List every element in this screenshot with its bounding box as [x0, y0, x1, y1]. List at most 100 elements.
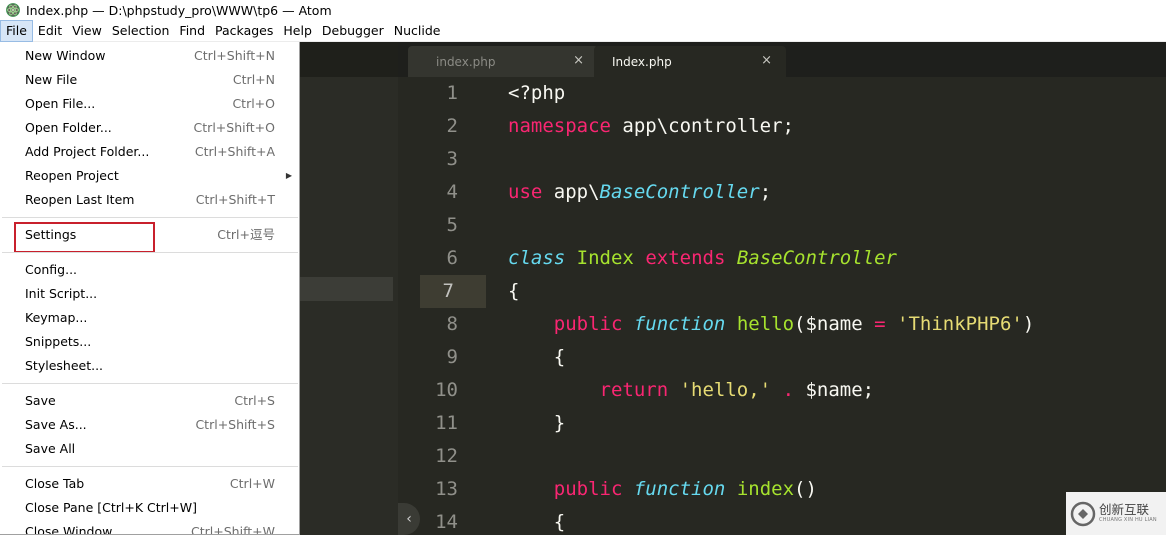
- code-line[interactable]: use app\BaseController;: [508, 176, 771, 209]
- file-menu-item-new-file[interactable]: New File Ctrl+N: [0, 68, 299, 92]
- tree-view-selected-row[interactable]: [300, 277, 393, 301]
- watermark: 创新互联 CHUANG XIN HU LIAN: [1066, 492, 1166, 535]
- line-number[interactable]: 3: [398, 143, 490, 176]
- code-token: function: [633, 313, 726, 335]
- line-number[interactable]: 13: [398, 473, 490, 506]
- code-token: }: [508, 412, 566, 434]
- menu-help[interactable]: Help: [278, 20, 317, 42]
- menu-nuclide[interactable]: Nuclide: [389, 20, 446, 42]
- file-menu-item-init-script[interactable]: Init Script...: [0, 282, 299, 306]
- code-token: 'hello,': [679, 379, 772, 401]
- menu-find[interactable]: Find: [174, 20, 210, 42]
- menu-item-label: Reopen Project: [25, 168, 119, 183]
- submenu-arrow-icon: ▶: [285, 171, 292, 180]
- code-token: Index: [576, 247, 634, 269]
- menu-item-shortcut: Ctrl+Shift+W: [191, 524, 275, 535]
- file-menu-item-open-folder[interactable]: Open Folder... Ctrl+Shift+O: [0, 116, 299, 140]
- file-menu-item-new-window[interactable]: New Window Ctrl+Shift+N: [0, 44, 299, 68]
- menu-item-shortcut: Ctrl+S: [234, 393, 275, 408]
- code-token: extends: [645, 247, 726, 269]
- menu-item-label: New File: [25, 72, 78, 87]
- line-number[interactable]: 14: [398, 506, 490, 535]
- file-menu-item-reopen-last-item[interactable]: Reopen Last Item Ctrl+Shift+T: [0, 188, 299, 212]
- file-menu-item-add-project-folder[interactable]: Add Project Folder... Ctrl+Shift+A: [0, 140, 299, 164]
- code-line[interactable]: {: [508, 341, 565, 374]
- file-menu-item-settings[interactable]: Settings Ctrl+逗号: [0, 223, 299, 247]
- file-menu-item-open-file[interactable]: Open File... Ctrl+O: [0, 92, 299, 116]
- menu-separator: [2, 383, 298, 384]
- menu-edit[interactable]: Edit: [33, 20, 67, 42]
- menu-item-label: Reopen Last Item: [25, 192, 135, 207]
- menu-item-label: Save As...: [25, 417, 87, 432]
- menu-view[interactable]: View: [67, 20, 107, 42]
- tab-index-lower[interactable]: index.php ×: [408, 46, 598, 77]
- file-menu-item-keymap[interactable]: Keymap...: [0, 306, 299, 330]
- line-number[interactable]: 1: [398, 77, 490, 110]
- line-number[interactable]: 7: [420, 275, 486, 308]
- file-menu-item-stylesheet[interactable]: Stylesheet...: [0, 354, 299, 378]
- code-token: return: [599, 379, 669, 401]
- code-token: app\controller;: [610, 115, 794, 137]
- file-menu-item-save-all[interactable]: Save All: [0, 437, 299, 461]
- tab-close-icon[interactable]: ×: [573, 53, 584, 68]
- code-line[interactable]: namespace app\controller;: [508, 110, 794, 143]
- file-menu-item-save[interactable]: Save Ctrl+S: [0, 389, 299, 413]
- tab-index-active[interactable]: Index.php ×: [594, 46, 786, 77]
- file-menu-item-config[interactable]: Config...: [0, 258, 299, 282]
- code-token: 'ThinkPHP6': [897, 313, 1023, 335]
- file-menu-item-close-tab[interactable]: Close Tab Ctrl+W: [0, 472, 299, 496]
- code-line[interactable]: return 'hello,' . $name;: [508, 374, 875, 407]
- code-line[interactable]: public function index(): [508, 473, 817, 506]
- line-number[interactable]: 5: [398, 209, 490, 242]
- code-token: class: [508, 247, 566, 269]
- code-line[interactable]: class Index extends BaseController: [508, 242, 897, 275]
- menu-separator: [2, 466, 298, 467]
- menu-item-label: Init Script...: [25, 286, 98, 301]
- menu-item-label: New Window: [25, 48, 106, 63]
- line-number[interactable]: 10: [398, 374, 490, 407]
- file-menu-item-save-as[interactable]: Save As... Ctrl+Shift+S: [0, 413, 299, 437]
- code-line[interactable]: public function hello($name = 'ThinkPHP6…: [508, 308, 1035, 341]
- file-menu-item-close-window[interactable]: Close Window Ctrl+Shift+W: [0, 520, 299, 535]
- menu-separator: [2, 252, 298, 253]
- menu-file[interactable]: File: [0, 19, 33, 42]
- code-line[interactable]: {: [508, 275, 519, 308]
- menu-item-shortcut: Ctrl+W: [229, 476, 275, 491]
- menu-item-label: Save: [25, 393, 56, 408]
- tab-close-icon[interactable]: ×: [761, 53, 772, 68]
- code-line[interactable]: {: [508, 506, 565, 535]
- code-token: ): [1022, 313, 1035, 335]
- menu-item-shortcut: Ctrl+N: [232, 72, 275, 87]
- line-number[interactable]: 4: [398, 176, 490, 209]
- line-number[interactable]: 2: [398, 110, 490, 143]
- code-editor[interactable]: ‹ 1 <?php 2 namespace app\controller; 3 4 use …: [398, 77, 1166, 535]
- file-menu-item-reopen-project[interactable]: Reopen Project ▶: [0, 164, 299, 188]
- file-menu-item-snippets[interactable]: Snippets...: [0, 330, 299, 354]
- line-number[interactable]: 12: [398, 440, 490, 473]
- window-titlebar: Index.php — D:\phpstudy_pro\WWW\tp6 — At…: [0, 0, 1166, 20]
- menu-item-label: Config...: [25, 262, 78, 277]
- line-number[interactable]: 8: [398, 308, 490, 341]
- menu-item-label: Stylesheet...: [25, 358, 104, 373]
- line-number[interactable]: 9: [398, 341, 490, 374]
- code-token: .: [782, 379, 795, 401]
- file-menu-item-close-pane-ctrl-k-ctrl-w[interactable]: Close Pane [Ctrl+K Ctrl+W]: [0, 496, 299, 520]
- menu-selection[interactable]: Selection: [107, 20, 175, 42]
- line-number[interactable]: 6: [398, 242, 490, 275]
- code-line[interactable]: }: [508, 407, 565, 440]
- menu-item-label: Open Folder...: [25, 120, 112, 135]
- code-token: (): [794, 478, 817, 500]
- code-line[interactable]: <?php: [508, 77, 565, 110]
- line-number[interactable]: 11: [398, 407, 490, 440]
- menu-item-shortcut: Ctrl+Shift+N: [194, 48, 275, 63]
- menu-packages[interactable]: Packages: [210, 20, 278, 42]
- code-token: ;: [759, 181, 772, 203]
- menu-debugger[interactable]: Debugger: [317, 20, 389, 42]
- code-token: <?php: [508, 82, 566, 104]
